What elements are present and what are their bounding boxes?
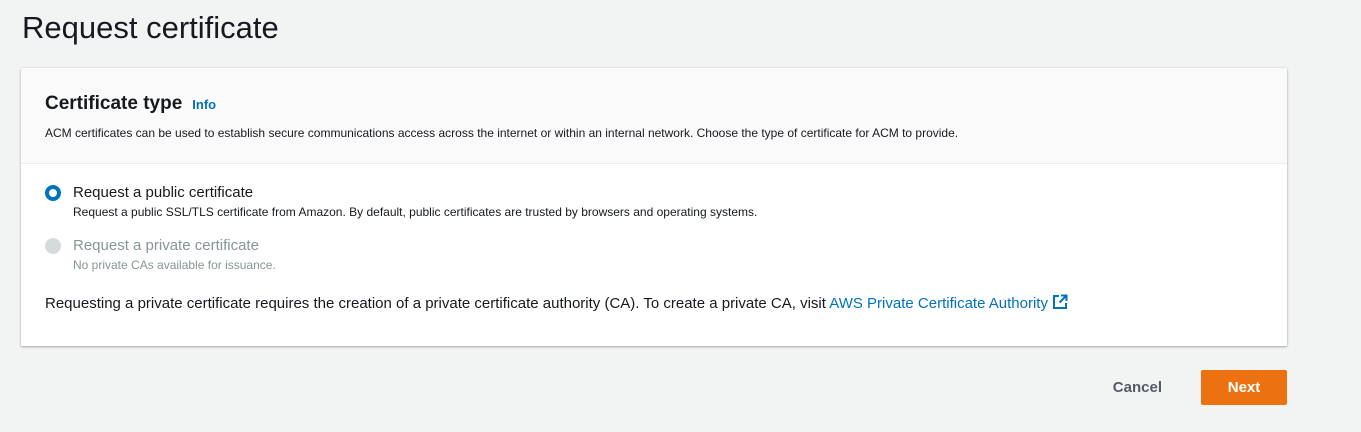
private-ca-note-text: Requesting a private certificate require… [45, 295, 830, 312]
public-certificate-description: Request a public SSL/TLS certificate fro… [73, 205, 758, 219]
private-ca-note: Requesting a private certificate require… [45, 294, 1263, 316]
public-certificate-text: Request a public certificate Request a p… [73, 184, 757, 220]
private-certificate-radio [45, 238, 61, 254]
aws-private-ca-link[interactable]: AWS Private Certificate Authority [829, 294, 1068, 312]
info-link[interactable]: Info [192, 97, 216, 112]
form-actions: Cancel Next [1093, 370, 1287, 405]
next-button[interactable]: Next [1201, 370, 1287, 405]
private-certificate-label: Request a private certificate [73, 237, 259, 254]
public-certificate-label[interactable]: Request a public certificate [73, 184, 757, 202]
certificate-type-panel: Certificate type Info ACM certificates c… [21, 68, 1287, 346]
private-certificate-option: Request a private certificate No private… [45, 237, 1263, 273]
cancel-button[interactable]: Cancel [1093, 371, 1182, 404]
panel-description: ACM certificates can be used to establis… [45, 126, 959, 140]
panel-title-row: Certificate type Info [45, 91, 1263, 117]
public-certificate-option[interactable]: Request a public certificate Request a p… [45, 184, 1263, 220]
aws-private-ca-link-text[interactable]: AWS Private Certificate Authority [829, 295, 1048, 312]
panel-title: Certificate type [45, 93, 183, 114]
panel-body: Request a public certificate Request a p… [21, 164, 1287, 316]
panel-header: Certificate type Info ACM certificates c… [21, 68, 1287, 164]
public-certificate-radio[interactable] [45, 185, 61, 201]
external-link-icon[interactable] [1052, 294, 1068, 316]
private-certificate-text: Request a private certificate No private… [73, 237, 276, 273]
private-certificate-description: No private CAs available for issuance. [73, 258, 276, 272]
page-title: Request certificate [22, 10, 279, 45]
